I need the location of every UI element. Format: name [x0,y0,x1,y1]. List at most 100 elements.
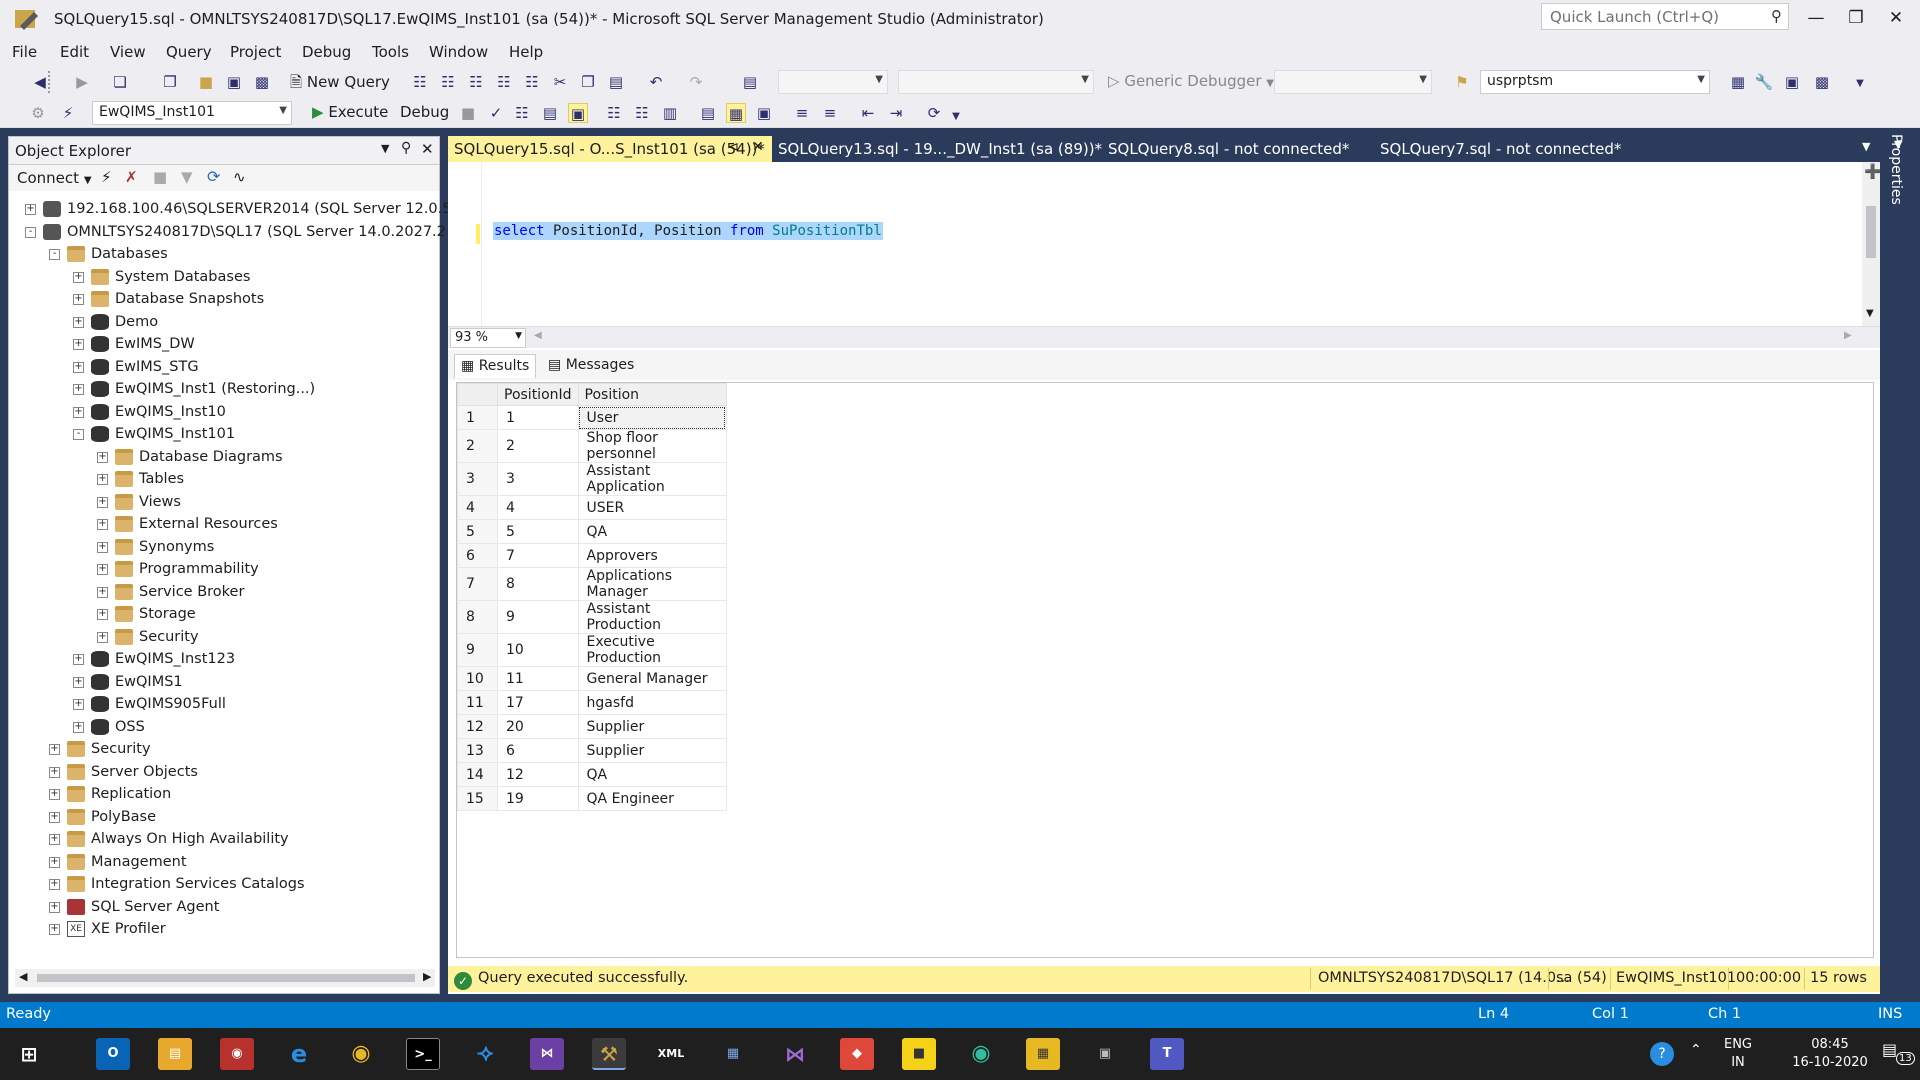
tree-item[interactable]: + EwQIMS_Inst10 [9,402,439,424]
expand-icon[interactable]: + [49,856,60,868]
cut-icon[interactable]: ✂ [550,72,570,92]
available-databases-combo[interactable]: EwQIMS_Inst101 ▼ [92,101,292,125]
row-number-cell[interactable]: 14 [457,762,498,787]
solution-platform-combo[interactable]: ▼ [898,70,1094,94]
display-estimated-plan-icon[interactable]: ☷ [512,103,532,123]
activity-monitor-icon[interactable]: ▤ [740,72,760,92]
connect-icon[interactable]: ⚙ [28,103,48,123]
include-actual-plan-icon[interactable]: ☷ [604,103,624,123]
editor-scroll-thumb[interactable] [1866,206,1876,258]
position-cell[interactable]: USER [577,495,727,520]
tree-item[interactable]: + Always On High Availability [9,829,439,851]
row-number-cell[interactable]: 11 [457,690,498,715]
help-tray-icon[interactable]: ? [1650,1042,1674,1066]
tree-item[interactable]: + EwQIMS_Inst1 (Restoring...) [9,379,439,401]
tree-item[interactable]: + Tables [9,469,439,491]
teams-icon[interactable]: T [1150,1038,1184,1070]
object-explorer-hscroll[interactable]: ◀ ▶ [15,969,435,987]
tab-overflow-icon[interactable]: ▼ [1862,140,1870,153]
collapse-icon[interactable]: - [25,226,36,238]
expand-icon[interactable]: + [73,654,84,665]
solution-config-combo[interactable]: ▼ [778,70,888,94]
positionid-cell[interactable]: 10 [497,633,579,667]
positionid-cell[interactable]: 8 [497,567,579,601]
tree-item[interactable]: + Synonyms [9,537,439,559]
positionid-cell[interactable]: 11 [497,666,579,691]
position-cell[interactable]: Executive Production [577,633,727,667]
column-header-position[interactable]: Position [577,383,727,406]
row-number-cell[interactable]: 6 [457,543,498,568]
expand-icon[interactable]: + [49,744,60,755]
expand-icon[interactable]: + [97,609,108,620]
clock[interactable]: 08:45 16-10-2020 [1778,1036,1882,1072]
expand-icon[interactable]: + [97,586,108,598]
find-combo[interactable]: usprptsm ▼ [1480,70,1710,94]
menu-tools[interactable]: Tools [372,43,409,61]
position-cell[interactable]: QA [577,519,727,544]
sqlcmd-mode-icon[interactable]: ▣ [568,103,588,123]
tree-item[interactable]: + Security [9,627,439,649]
tree-item[interactable]: + Server Objects [9,762,439,784]
tree-item[interactable]: + OSS [9,717,439,739]
chrome-icon[interactable]: ◉ [344,1038,378,1070]
tree-item[interactable]: + Integration Services Catalogs [9,874,439,896]
scroll-down-icon[interactable]: ▼ [1866,308,1874,319]
window-layout-icon[interactable]: ▩ [1812,72,1832,92]
client-statistics-icon[interactable]: ▥ [660,103,680,123]
tree-item[interactable]: - Databases [9,244,439,266]
scroll-right-icon[interactable]: ▶ [423,970,431,983]
scroll-left-icon[interactable]: ◀ [19,970,27,983]
expand-icon[interactable]: + [73,406,84,418]
zoom-combo[interactable]: 93 % ▼ [450,328,526,348]
registered-servers-icon[interactable]: ▦ [1728,72,1748,92]
tree-item[interactable]: + Demo [9,312,439,334]
undo-icon[interactable]: ↶ [646,72,666,92]
results-to-file-icon[interactable]: ▣ [754,103,774,123]
hscroll-right-icon[interactable]: ▶ [1844,330,1852,341]
row-number-cell[interactable]: 7 [457,567,498,601]
position-cell[interactable]: User [577,405,727,430]
expand-icon[interactable]: + [49,766,60,778]
menu-project[interactable]: Project [230,43,281,61]
collapse-icon[interactable]: - [49,249,60,260]
menu-query[interactable]: Query [166,43,212,61]
split-icon[interactable]: ➕ [1864,164,1881,180]
position-cell[interactable]: General Manager [577,666,727,691]
menu-view[interactable]: View [110,43,146,61]
database-engine-query-icon[interactable]: ☷ [410,72,430,92]
positionid-cell[interactable]: 6 [497,738,579,763]
filter-icon[interactable]: ▼ [181,168,193,186]
antivirus-icon[interactable]: ◉ [220,1038,254,1070]
row-number-cell[interactable]: 2 [457,429,498,463]
tree-item[interactable]: + Replication [9,784,439,806]
position-cell[interactable]: Supplier [577,714,727,739]
visual-studio-icon[interactable]: ⋈ [530,1038,564,1070]
debug-target-combo[interactable]: ▼ [1274,70,1432,94]
hscroll-left-icon[interactable]: ◀ [534,330,542,341]
xmla-query-icon[interactable]: ☷ [494,72,514,92]
row-number-cell[interactable]: 4 [457,495,498,520]
expand-icon[interactable]: + [97,564,108,575]
pin-icon[interactable]: ⚲ [401,140,411,156]
tab-sqlquery7[interactable]: SQLQuery7.sql - not connected* [1374,136,1634,162]
expand-icon[interactable]: + [73,339,84,350]
positionid-cell[interactable]: 9 [497,600,579,634]
row-number-cell[interactable]: 3 [457,462,498,496]
expand-icon[interactable]: + [49,834,60,845]
terminal-icon[interactable]: >_ [406,1038,440,1070]
network-app-icon[interactable]: ▣ [1088,1038,1122,1070]
new-project-icon[interactable]: ❏ [110,72,130,92]
tree-item[interactable]: + System Databases [9,267,439,289]
debug-button[interactable]: Debug [400,103,449,121]
dmx-query-icon[interactable]: ☷ [466,72,486,92]
change-connection-icon[interactable]: ⚡ [58,103,78,123]
properties-tab[interactable]: Properties [1888,134,1904,205]
tab-sqlquery8[interactable]: SQLQuery8.sql - not connected* [1102,136,1372,162]
query-designer-icon[interactable]: ▤ [540,103,560,123]
positionid-cell[interactable]: 7 [497,543,579,568]
tree-item[interactable]: - EwQIMS_Inst101 [9,424,439,446]
expand-icon[interactable]: + [73,271,84,283]
toolbox-icon[interactable]: ▣ [1782,72,1802,92]
positionid-cell[interactable]: 5 [497,519,579,544]
tree-item[interactable]: + PolyBase [9,807,439,829]
